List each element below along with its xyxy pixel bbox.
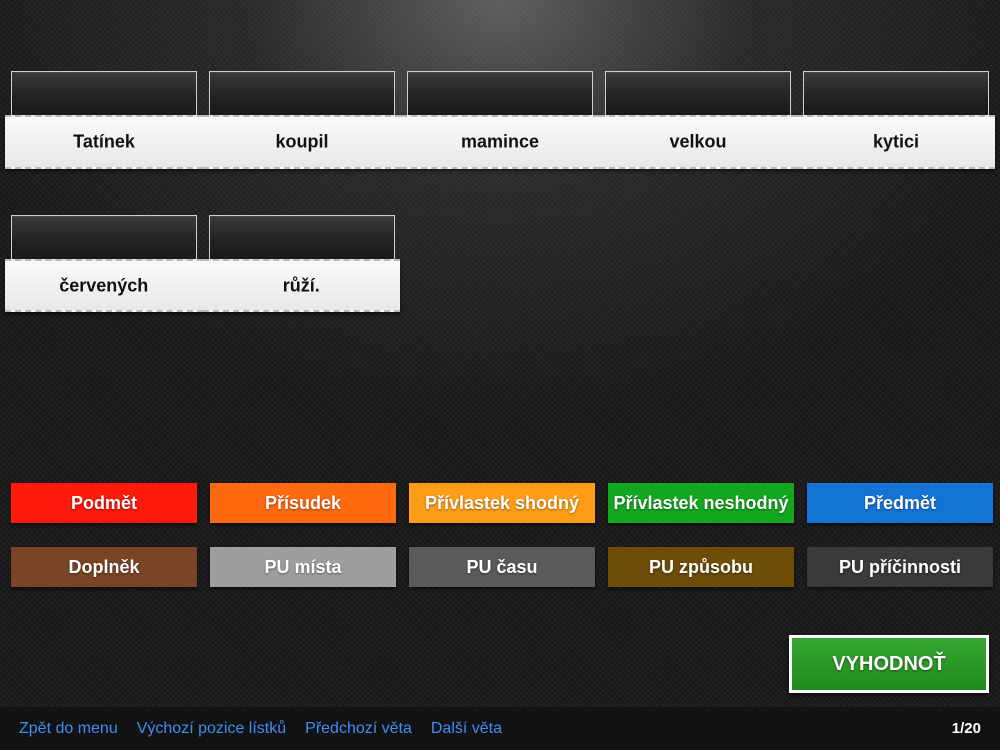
- previous-sentence-link[interactable]: Předchozí věta: [305, 720, 412, 738]
- word-drop-slot[interactable]: [11, 215, 197, 259]
- page-counter: 1/20: [951, 720, 981, 737]
- word-text: Tatínek: [73, 131, 135, 152]
- word-text: růží.: [282, 275, 320, 295]
- word-card[interactable]: velkou: [599, 71, 797, 169]
- word-text: velkou: [669, 131, 727, 152]
- word-text: koupil: [275, 131, 329, 152]
- word-card[interactable]: růží.: [202, 215, 400, 312]
- sentence-row-1: Tatínek koupil mamince velkou kytici: [5, 71, 995, 169]
- evaluate-button[interactable]: VYHODNOŤ: [789, 635, 989, 693]
- category-row-2: Doplněk PU místa PU času PU způsobu PU p…: [11, 547, 997, 587]
- word-card[interactable]: kytici: [797, 71, 995, 169]
- category-button-pu-mista[interactable]: PU místa: [210, 547, 396, 587]
- word-text: mamince: [460, 131, 540, 152]
- category-button-pu-pricinnosti[interactable]: PU příčinnosti: [807, 547, 993, 587]
- word-drop-slot[interactable]: [605, 71, 791, 115]
- category-button-prisudek[interactable]: Přísudek: [210, 483, 396, 523]
- bottom-toolbar: Zpět do menu Výchozí pozice lístků Předc…: [0, 707, 1000, 750]
- word-card[interactable]: Tatínek: [5, 71, 203, 169]
- word-drop-slot[interactable]: [407, 71, 593, 115]
- next-sentence-link[interactable]: Další věta: [431, 720, 502, 738]
- word-text: kytici: [872, 131, 920, 152]
- category-button-doplnek[interactable]: Doplněk: [11, 547, 197, 587]
- word-card[interactable]: mamince: [401, 71, 599, 169]
- word-text: červených: [59, 275, 149, 295]
- category-button-privlastek-neshodny[interactable]: Přívlastek neshodný: [608, 483, 794, 523]
- word-drop-slot[interactable]: [209, 71, 395, 115]
- word-card[interactable]: koupil: [203, 71, 401, 169]
- category-row-1: Podmět Přísudek Přívlastek shodný Přívla…: [11, 483, 997, 523]
- word-card[interactable]: červených: [5, 215, 203, 312]
- word-drop-slot[interactable]: [208, 215, 395, 259]
- word-drop-slot[interactable]: [803, 71, 989, 115]
- sentence-row-2: červených růží.: [5, 215, 400, 312]
- category-palette: Podmět Přísudek Přívlastek shodný Přívla…: [11, 483, 997, 611]
- category-button-predmet[interactable]: Předmět: [807, 483, 993, 523]
- category-button-pu-casu[interactable]: PU času: [409, 547, 595, 587]
- category-button-pu-zpusobu[interactable]: PU způsobu: [608, 547, 794, 587]
- category-button-privlastek-shodny[interactable]: Přívlastek shodný: [409, 483, 595, 523]
- category-button-podmet[interactable]: Podmět: [11, 483, 197, 523]
- word-drop-slot[interactable]: [11, 71, 197, 115]
- back-to-menu-link[interactable]: Zpět do menu: [19, 720, 118, 738]
- reset-cards-link[interactable]: Výchozí pozice lístků: [137, 720, 286, 738]
